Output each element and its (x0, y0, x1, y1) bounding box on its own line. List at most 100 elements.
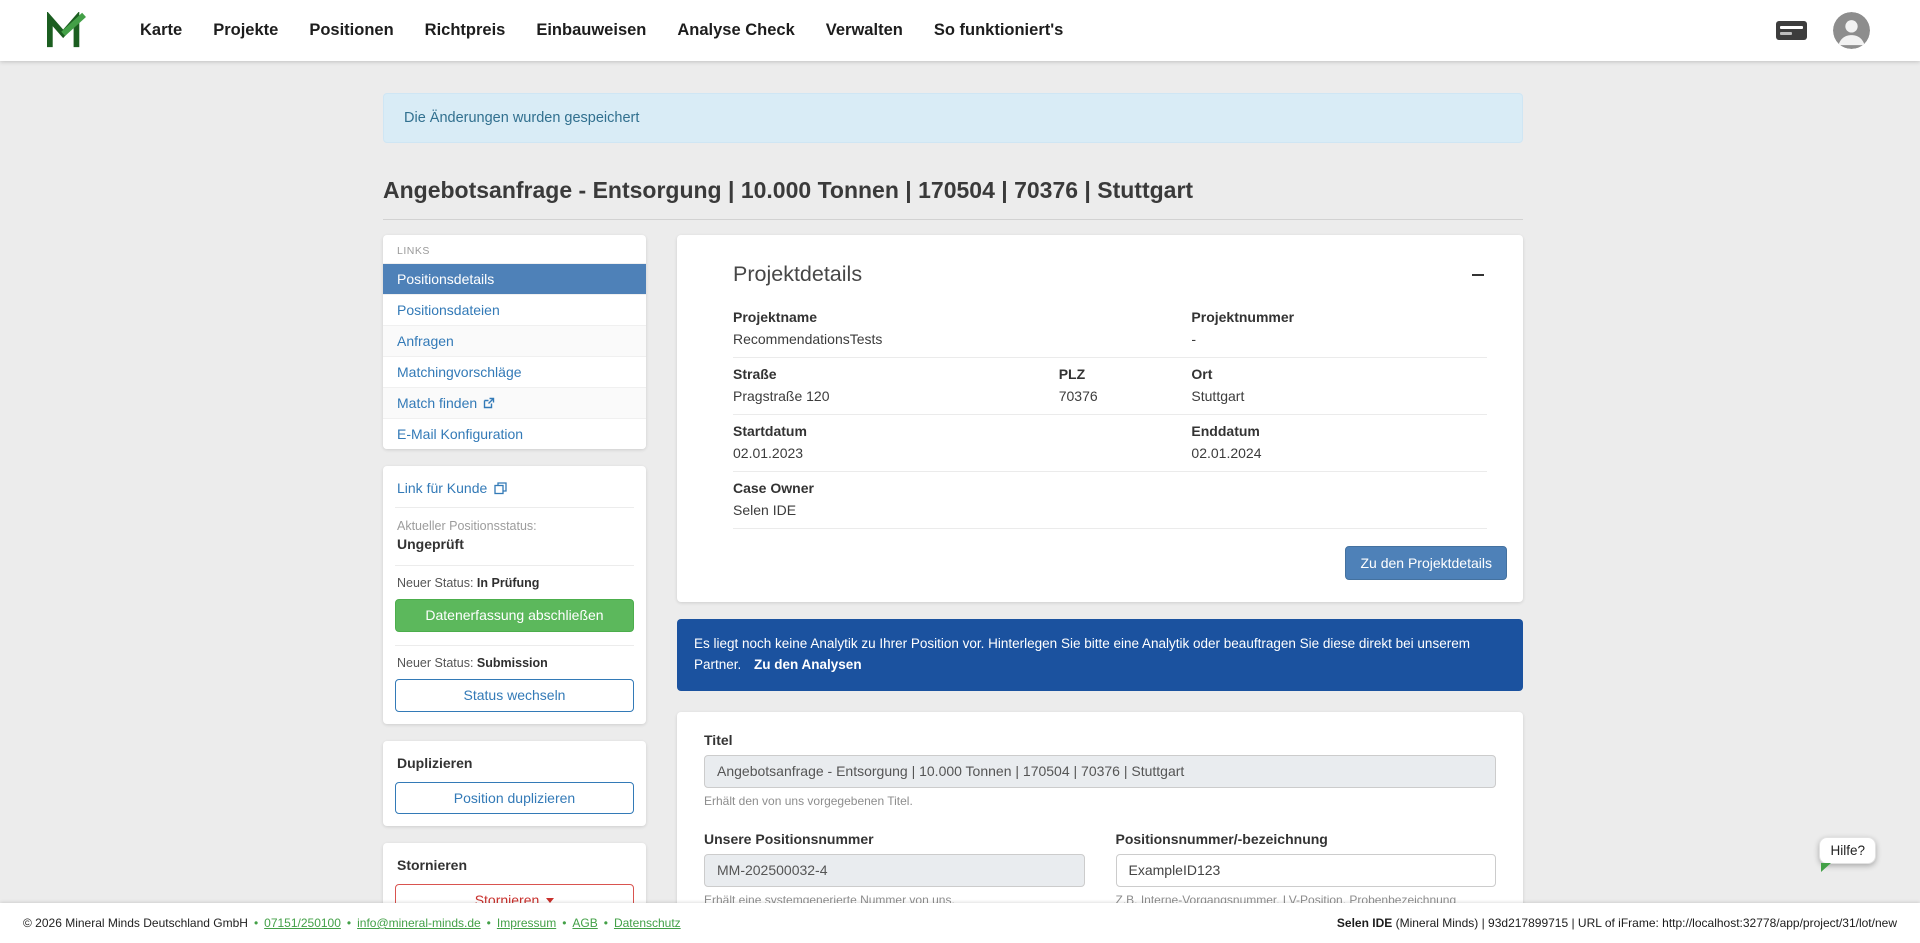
divider (395, 645, 634, 646)
our-number-help: Erhält eine systemgenerierte Nummer von … (704, 893, 1085, 903)
page-content: Die Änderungen wurden gespeichert Angebo… (0, 61, 1920, 903)
nav-item-projekte[interactable]: Projekte (213, 21, 278, 40)
next-status-label: Neuer Status: (397, 656, 473, 670)
project-row: Case Owner Selen IDE (733, 472, 1487, 529)
position-number-input[interactable] (1116, 854, 1497, 887)
footer-link-email[interactable]: info@mineral-minds.de (357, 916, 481, 930)
sidebar-item-positionsdetails[interactable]: Positionsdetails (383, 263, 646, 294)
position-form-card: Titel Erhält den von uns vorgegebenen Ti… (677, 712, 1523, 903)
field-label: Case Owner (733, 480, 1487, 498)
sidebar-item-anfragen[interactable]: Anfragen (383, 325, 646, 356)
footer-link-impressum[interactable]: Impressum (497, 916, 556, 930)
field-value: 02.01.2023 (733, 445, 1191, 463)
top-navbar: Karte Projekte Positionen Richtpreis Ein… (0, 0, 1920, 61)
nav-item-einbauweisen[interactable]: Einbauweisen (536, 21, 646, 40)
brand-logo[interactable] (45, 12, 87, 50)
analytics-banner: Es liegt noch keine Analytik zu Ihrer Po… (677, 619, 1523, 691)
help-button-label: Hilfe? (1830, 843, 1865, 858)
collapse-icon[interactable] (1469, 266, 1487, 284)
footer-link-datenschutz[interactable]: Datenschutz (614, 916, 681, 930)
main-nav: Karte Projekte Positionen Richtpreis Ein… (140, 21, 1775, 40)
project-row: Projektname RecommendationsTests Projekt… (733, 301, 1487, 358)
nav-item-verwalten[interactable]: Verwalten (826, 21, 903, 40)
project-details-grid: Projektname RecommendationsTests Projekt… (733, 301, 1487, 529)
complete-data-entry-button[interactable]: Datenerfassung abschließen (395, 599, 634, 632)
cancel-dropdown-button[interactable]: Stornieren (395, 884, 634, 903)
nav-item-analyse-check[interactable]: Analyse Check (677, 21, 794, 40)
status-card: Link für Kunde Aktueller Positionsstatus… (383, 466, 646, 724)
field-value: Pragstraße 120 (733, 388, 1059, 406)
titel-label: Titel (704, 732, 1496, 748)
our-number-group: Unsere Positionsnummer Erhält eine syste… (704, 831, 1085, 903)
footer-separator: • (604, 916, 608, 930)
nav-item-karte[interactable]: Karte (140, 21, 182, 40)
next-status-value: Submission (477, 656, 548, 670)
footer-separator: • (487, 916, 491, 930)
field-ort: Ort Stuttgart (1191, 366, 1487, 405)
cancel-header: Stornieren (395, 857, 634, 873)
card-reader-icon[interactable] (1775, 19, 1808, 42)
copy-icon (494, 482, 507, 495)
duplicate-header: Duplizieren (395, 755, 634, 771)
success-alert: Die Änderungen wurden gespeichert (383, 93, 1523, 143)
our-number-input[interactable] (704, 854, 1085, 887)
titel-input[interactable] (704, 755, 1496, 788)
nav-item-richtpreis[interactable]: Richtpreis (425, 21, 506, 40)
footer-link-agb[interactable]: AGB (572, 916, 597, 930)
field-value: 02.01.2024 (1191, 445, 1487, 463)
sidebar-item-positionsdateien[interactable]: Positionsdateien (383, 294, 646, 325)
sidebar-item-label: Match finden (397, 395, 477, 411)
field-startdatum: Startdatum 02.01.2023 (733, 423, 1191, 462)
position-number-help: Z.B. Interne-Vorgangsnummer, LV-Position… (1116, 893, 1497, 903)
footer-left: © 2026 Mineral Minds Deutschland GmbH • … (23, 916, 681, 930)
page-title: Angebotsanfrage - Entsorgung | 10.000 To… (383, 177, 1523, 220)
sidebar-item-email-konfiguration[interactable]: E-Mail Konfiguration (383, 418, 646, 449)
main-column: Projektdetails Projektname Recommendatio… (677, 235, 1523, 903)
footer-separator: • (347, 916, 351, 930)
nav-item-so-funktionierts[interactable]: So funktioniert's (934, 21, 1064, 40)
links-header: LINKS (383, 235, 646, 263)
field-label: Enddatum (1191, 423, 1487, 441)
titel-help: Erhält den von uns vorgegebenen Titel. (704, 794, 1496, 808)
footer-separator: • (562, 916, 566, 930)
field-value: Selen IDE (733, 502, 1487, 520)
project-details-button[interactable]: Zu den Projektdetails (1345, 546, 1507, 580)
divider (395, 565, 634, 566)
user-avatar[interactable] (1833, 12, 1870, 49)
analytics-link[interactable]: Zu den Analysen (754, 657, 862, 672)
duplicate-position-button[interactable]: Position duplizieren (395, 782, 634, 815)
cancel-button-label: Stornieren (475, 892, 540, 903)
sidebar-item-matchingvorschlaege[interactable]: Matchingvorschläge (383, 356, 646, 387)
help-button[interactable]: Hilfe? (1819, 837, 1876, 864)
field-plz: PLZ 70376 (1059, 366, 1192, 405)
field-projektname: Projektname RecommendationsTests (733, 309, 1191, 348)
sidebar-item-match-finden[interactable]: Match finden (383, 387, 646, 418)
customer-link[interactable]: Link für Kunde (395, 478, 634, 508)
titel-group: Titel Erhält den von uns vorgegebenen Ti… (704, 732, 1496, 808)
nav-item-positionen[interactable]: Positionen (309, 21, 393, 40)
project-row: Straße Pragstraße 120 PLZ 70376 Ort Stut… (733, 358, 1487, 415)
customer-link-label: Link für Kunde (397, 480, 487, 496)
field-label: Projektname (733, 309, 1191, 327)
footer-user: Selen IDE (1337, 916, 1392, 930)
current-status-label: Aktueller Positionsstatus: (395, 519, 634, 533)
field-value: - (1191, 331, 1487, 349)
footer-separator: • (254, 916, 258, 930)
field-label: Projektnummer (1191, 309, 1487, 327)
position-number-group: Positionsnummer/-bezeichnung Z.B. Intern… (1116, 831, 1497, 903)
navbar-actions (1775, 12, 1870, 49)
switch-status-button[interactable]: Status wechseln (395, 679, 634, 712)
footer-link-phone[interactable]: 07151/250100 (264, 916, 341, 930)
field-projektnummer: Projektnummer - (1191, 309, 1487, 348)
field-label: Ort (1191, 366, 1487, 384)
external-link-icon (483, 397, 495, 409)
position-number-label: Positionsnummer/-bezeichnung (1116, 831, 1497, 847)
field-label: PLZ (1059, 366, 1192, 384)
next-status-review: Neuer Status: In Prüfung (395, 576, 634, 590)
field-strasse: Straße Pragstraße 120 (733, 366, 1059, 405)
our-number-label: Unsere Positionsnummer (704, 831, 1085, 847)
next-status-value: In Prüfung (477, 576, 540, 590)
duplicate-card: Duplizieren Position duplizieren (383, 741, 646, 827)
sidebar: LINKS Positionsdetails Positionsdateien … (383, 235, 646, 903)
app-footer: © 2026 Mineral Minds Deutschland GmbH • … (0, 903, 1920, 943)
